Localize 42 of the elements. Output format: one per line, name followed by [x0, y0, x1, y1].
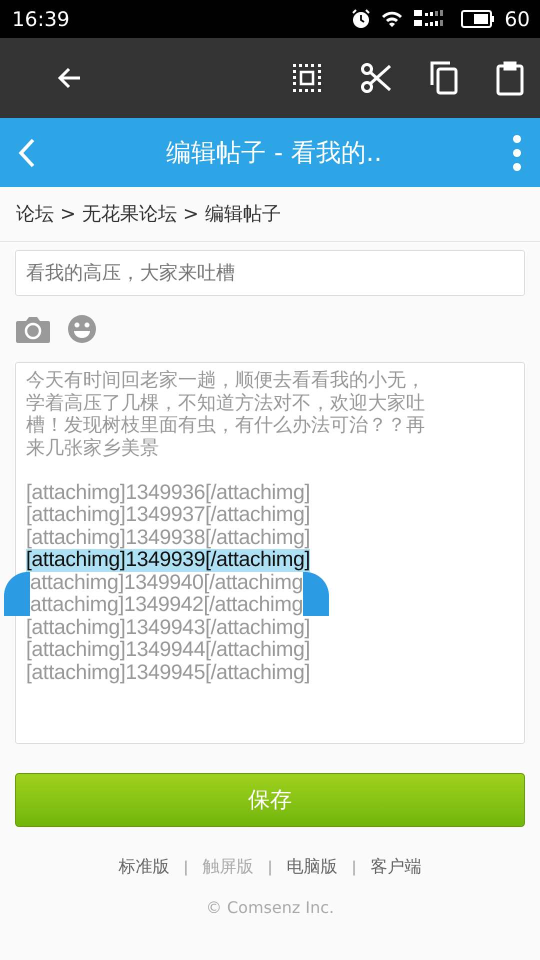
attachment-code: [attachimg]1349938[/attachimg]	[26, 526, 310, 549]
breadcrumb-separator: >	[182, 203, 199, 225]
subject-field[interactable]: 看我的高压，大家来吐槽	[15, 250, 525, 296]
version-link[interactable]: 电脑版	[286, 855, 338, 878]
scissors-icon[interactable]	[360, 62, 392, 94]
attachment-code: [attachimg]1349937[/attachimg]	[26, 504, 310, 526]
breadcrumb-link[interactable]: 编辑帖子	[204, 201, 281, 227]
version-link[interactable]: 标准版	[118, 855, 170, 878]
select-all-icon[interactable]	[292, 63, 322, 93]
breadcrumb-link[interactable]: 论坛	[16, 201, 54, 227]
attachment-code: [attachimg]1349939[/attachimg]	[26, 549, 310, 572]
copy-icon[interactable]	[430, 61, 458, 95]
link-separator: |	[352, 858, 357, 876]
version-link[interactable]: 客户端	[370, 855, 422, 878]
message-text: 来几张家乡美景	[26, 436, 160, 459]
message-text: 槽！发现树枝里面有虫，有什么办法可治？？再	[26, 414, 426, 436]
attachment-code: attachimg]1349942[/attachimg	[30, 594, 303, 616]
attachment-code: [attachimg]1349945[/attachimg]	[26, 662, 310, 684]
battery-icon	[460, 10, 495, 28]
smiley-icon[interactable]	[67, 314, 97, 344]
battery-level: 60	[504, 7, 530, 31]
breadcrumb-separator: >	[60, 203, 76, 225]
link-separator: |	[183, 858, 188, 876]
breadcrumb-link[interactable]: 无花果论坛	[82, 201, 177, 227]
alarm-icon	[350, 9, 371, 29]
selection-handle[interactable]	[302, 572, 329, 616]
page-title: 编辑帖子 - 看我的..	[165, 137, 383, 169]
back-chevron-icon[interactable]	[18, 138, 36, 168]
copyright-text: © Comsenz Inc.	[204, 898, 336, 917]
clipboard-icon[interactable]	[496, 60, 524, 96]
clock-time: 16:39	[12, 7, 70, 31]
attachment-code: [attachimg]1349944[/attachimg]	[26, 639, 310, 662]
attachment-code: attachimg]1349940[/attachimg	[30, 572, 303, 594]
message-text: 今天有时间回老家一趟，顺便去看看我的小无，	[26, 369, 426, 392]
more-menu-icon[interactable]	[512, 134, 522, 172]
selection-handle[interactable]	[4, 572, 30, 616]
link-separator: |	[267, 858, 273, 876]
attachment-code: [attachimg]1349936[/attachimg]	[26, 482, 310, 504]
camera-icon[interactable]	[15, 314, 51, 344]
wifi-icon	[380, 10, 403, 28]
message-text: 学着高压了几棵，不知道方法对不，欢迎大家吐	[26, 392, 426, 414]
attachment-code: [attachimg]1349943[/attachimg]	[26, 616, 310, 639]
